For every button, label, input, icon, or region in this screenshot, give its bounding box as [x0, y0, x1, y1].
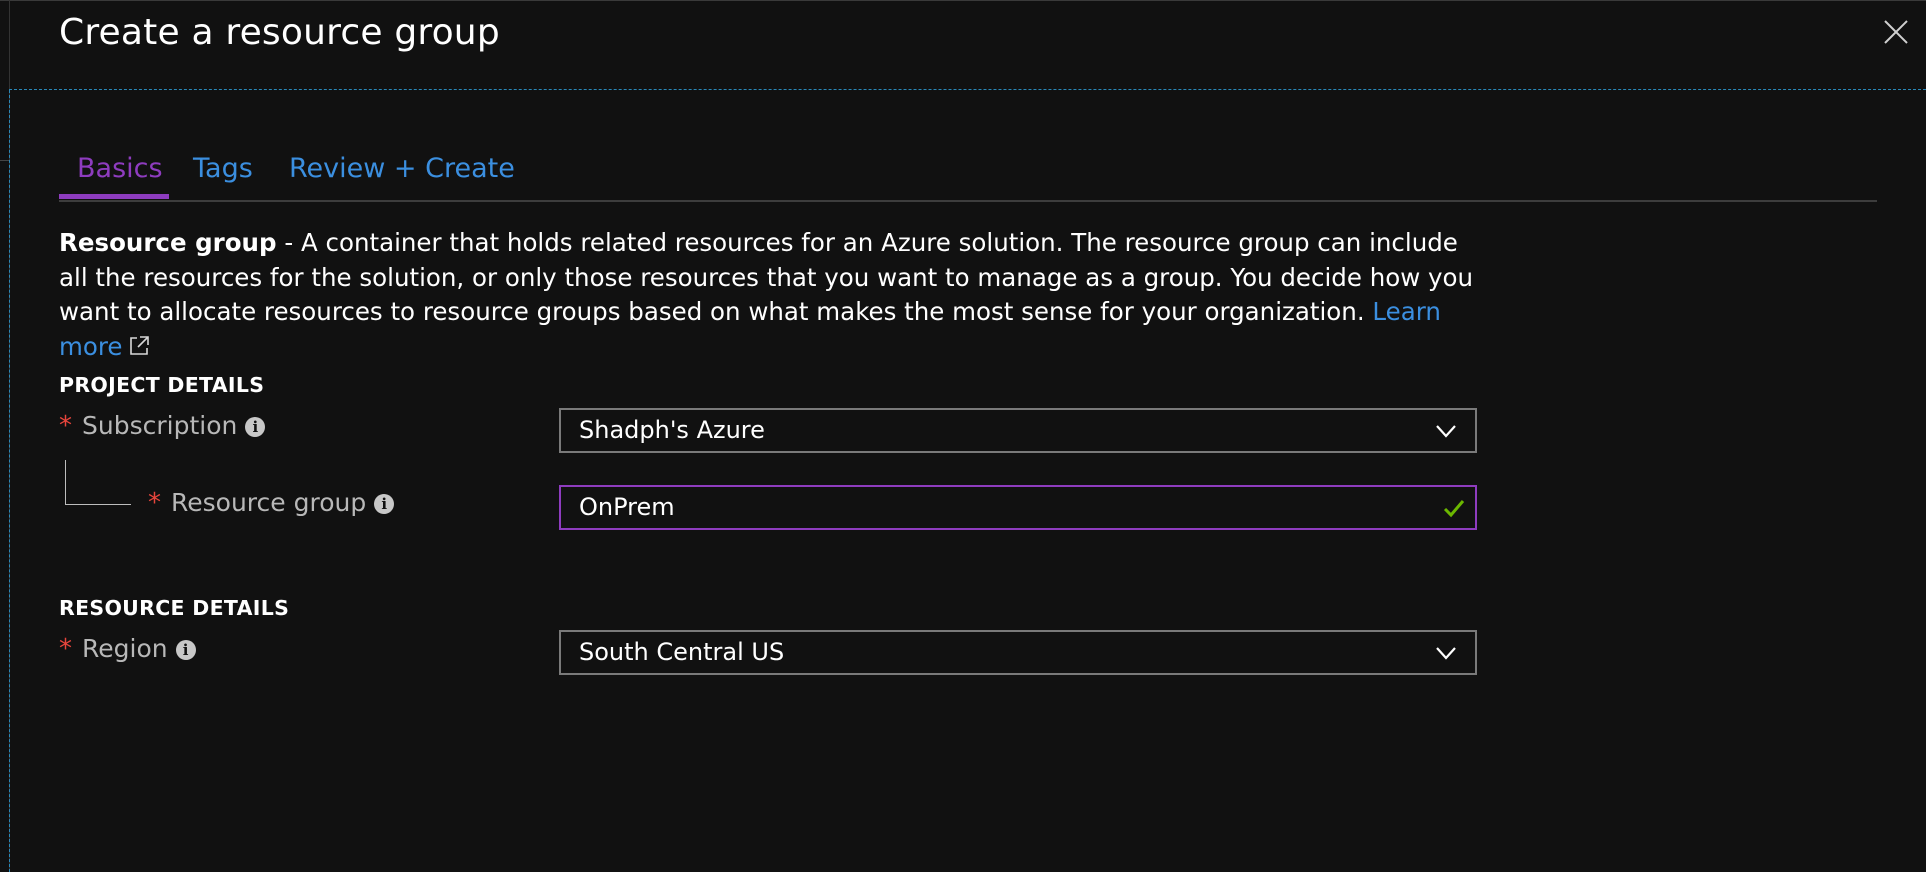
region-selected-value: South Central US: [579, 638, 785, 666]
tab-bar: Basics Tags Review + Create: [59, 146, 1877, 202]
subscription-dropdown[interactable]: Shadph's Azure: [559, 408, 1477, 453]
resource-group-input[interactable]: OnPrem: [559, 485, 1477, 530]
resource-group-value: OnPrem: [579, 493, 675, 521]
chevron-down-icon: [1436, 647, 1456, 660]
description-lead: Resource group: [59, 228, 277, 257]
left-divider-tick: [0, 160, 9, 161]
blade-title: Create a resource group: [59, 12, 500, 53]
resource-group-label: Resource group: [171, 488, 367, 517]
info-icon[interactable]: i: [245, 417, 266, 437]
create-resource-group-blade: Create a resource group Basics Tags Revi…: [0, 0, 1926, 872]
info-icon[interactable]: i: [175, 640, 196, 660]
focus-outline-left: [9, 90, 10, 872]
tab-tags[interactable]: Tags: [193, 146, 253, 198]
external-link-icon: [130, 335, 150, 355]
required-marker: *: [59, 634, 72, 664]
checkmark-icon: [1443, 500, 1465, 518]
required-marker: *: [59, 411, 72, 441]
tab-basics[interactable]: Basics: [77, 146, 163, 198]
tab-basics-label: Basics: [77, 153, 163, 184]
tab-review-create-label: Review + Create: [289, 153, 515, 184]
subscription-label-row: * Subscription i: [59, 411, 266, 441]
close-button[interactable]: [1882, 18, 1910, 46]
region-label-row: * Region i: [59, 634, 196, 664]
resource-group-label-row: * Resource group i: [148, 488, 395, 518]
project-details-header: PROJECT DETAILS: [59, 373, 265, 397]
hierarchy-connector: [65, 460, 131, 505]
subscription-label: Subscription: [82, 411, 238, 440]
focus-outline-top: [9, 89, 1926, 90]
top-border: [0, 0, 1926, 1]
close-icon: [1884, 20, 1908, 44]
required-marker: *: [148, 488, 161, 518]
tab-tags-label: Tags: [193, 153, 253, 184]
region-dropdown[interactable]: South Central US: [559, 630, 1477, 675]
info-icon[interactable]: i: [374, 494, 395, 514]
chevron-down-icon: [1436, 425, 1456, 438]
active-tab-indicator: [59, 194, 169, 199]
resource-details-header: RESOURCE DETAILS: [59, 596, 290, 620]
resource-group-description: Resource group - A container that holds …: [59, 226, 1479, 364]
region-label: Region: [82, 634, 168, 663]
subscription-selected-value: Shadph's Azure: [579, 416, 765, 444]
tab-review-create[interactable]: Review + Create: [289, 146, 515, 198]
